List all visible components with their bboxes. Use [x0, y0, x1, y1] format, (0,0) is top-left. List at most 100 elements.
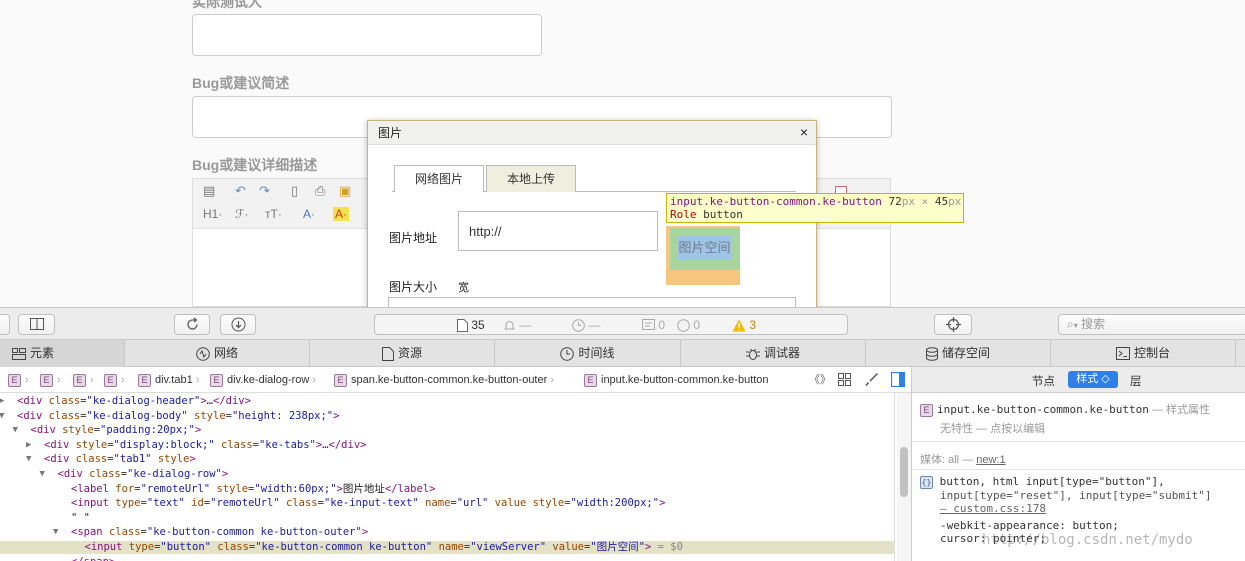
print-icon[interactable]: ⎙: [315, 183, 325, 199]
element-badge-icon: E: [920, 403, 933, 417]
paint-brush-icon[interactable]: [865, 372, 879, 386]
close-icon[interactable]: ×: [800, 125, 808, 139]
image-server-button[interactable]: 图片空间: [678, 236, 731, 260]
tab-local-upload[interactable]: 本地上传: [486, 165, 576, 192]
tab-layers[interactable]: 层: [1130, 373, 1142, 389]
redo-icon[interactable]: ↷: [259, 183, 270, 199]
media-row: 媒体: all — new:1: [920, 454, 1006, 466]
prop1-value[interactable]: button;: [1072, 519, 1118, 532]
tab-network[interactable]: 网络: [125, 340, 310, 367]
dom-node[interactable]: ▼ <div class="ke-dialog-row">: [0, 468, 894, 481]
wrap-lines-icon[interactable]: 《》: [809, 372, 831, 388]
resources-count: 35: [471, 318, 485, 332]
dom-node[interactable]: <label for="remoteUrl" style="width:60px…: [0, 483, 894, 496]
tab-resources-label: 资源: [397, 346, 422, 360]
inspector-toolbar: 35 — — 0 0 3 ⌕▾ 搜索: [0, 307, 1245, 340]
layout-grid-icon[interactable]: [838, 373, 851, 386]
preview-icon[interactable]: ▯: [291, 183, 298, 199]
tooltip-unit-1: px: [901, 195, 916, 208]
tab-debugger[interactable]: 调试器: [681, 340, 866, 367]
dom-tree[interactable]: ▶<div class="ke-dialog-header">…</div>▼<…: [0, 393, 895, 561]
tooltip-unit-2: px: [948, 195, 962, 208]
breadcrumb-ancestor[interactable]: E ›: [8, 372, 29, 388]
size-input-row[interactable]: [388, 297, 796, 307]
dom-node[interactable]: ▶<div class="ke-dialog-header">…</div>: [0, 395, 894, 408]
tab-node[interactable]: 节点: [1032, 373, 1055, 389]
messages-count: 0: [658, 318, 666, 332]
breadcrumb-item[interactable]: Ediv.tab1 ›: [138, 372, 199, 388]
load-size-value: —: [519, 318, 532, 332]
dom-node[interactable]: ▶ <div style="display:block;" class="ke-t…: [0, 439, 894, 452]
search-field[interactable]: ⌕▾ 搜索: [1058, 314, 1245, 335]
dom-node[interactable]: ▼ <div style="padding:20px;">: [0, 424, 894, 437]
tab-elements[interactable]: 元素: [0, 340, 125, 367]
tab-styles[interactable]: 样式 ◇: [1068, 371, 1118, 388]
template-icon[interactable]: ▣: [339, 183, 351, 199]
heading-tool[interactable]: H1·: [203, 207, 222, 221]
time-group: —: [572, 316, 600, 335]
tab-timelines[interactable]: 时间线: [495, 340, 681, 367]
dom-scrollbar-thumb[interactable]: [900, 447, 908, 497]
font-color-tool[interactable]: A·: [303, 207, 315, 221]
undo-icon[interactable]: ↶: [235, 183, 246, 199]
rule-badge-icon: {}: [920, 475, 933, 489]
dom-node[interactable]: ▼ <span class="ke-button-common ke-button…: [0, 526, 894, 539]
element-picker-button[interactable]: [934, 314, 972, 335]
web-page: 实际测试人 Bug或建议简述 Bug或建议详细描述 ▤ ↶ ↷ ▯ ⎙ ▣ H1…: [0, 0, 1245, 307]
dom-node[interactable]: ▼ <div class="tab1" style>: [0, 453, 894, 466]
dom-node[interactable]: " ": [0, 512, 894, 525]
prop2-name[interactable]: cursor: [940, 532, 980, 545]
tester-label: 实际测试人: [192, 0, 262, 10]
disclosure-triangle-icon[interactable]: ▶: [26, 439, 31, 452]
breadcrumb-item[interactable]: Espan.ke-button-common.ke-button-outer ›: [334, 372, 554, 388]
tab-resources[interactable]: 资源: [310, 340, 495, 367]
no-attributes-note[interactable]: 无特性 — 点按以编辑: [940, 420, 1045, 436]
activity-viewer[interactable]: 35 — — 0 0 3: [374, 314, 848, 335]
dom-node[interactable]: ▼<div class="ke-dialog-body" style="heig…: [0, 410, 894, 423]
error-icon: [677, 319, 690, 333]
dom-node-selected[interactable]: <input type="button" class="ke-button-co…: [0, 541, 894, 554]
download-icon: [231, 317, 246, 332]
bug-icon: [745, 348, 760, 360]
disclosure-triangle-icon[interactable]: ▶: [0, 395, 4, 408]
sidebar-toggle-icon[interactable]: [891, 372, 905, 387]
divider: [912, 469, 1245, 470]
image-url-input[interactable]: http://: [458, 211, 658, 251]
source-icon[interactable]: ▤: [203, 183, 215, 199]
breadcrumb-ancestor[interactable]: E ›: [40, 372, 61, 388]
tab-console[interactable]: 控制台: [1051, 340, 1236, 367]
reload-icon: [187, 317, 198, 330]
tab-storage[interactable]: 储存空间: [866, 340, 1051, 367]
element-badge-icon: E: [40, 373, 53, 387]
breadcrumb-ancestor[interactable]: E ›: [73, 372, 94, 388]
close-inspector-button[interactable]: [0, 314, 10, 335]
disclosure-triangle-icon[interactable]: ▼: [0, 410, 4, 423]
rule-source-link[interactable]: — custom.css:178: [940, 502, 1046, 515]
element-badge-icon: E: [584, 373, 597, 387]
document-icon: [457, 319, 468, 333]
breadcrumb-item[interactable]: Ediv.ke-dialog-row ›: [210, 372, 316, 388]
download-button[interactable]: [220, 314, 256, 335]
watermark: http://blog.csdn.net/mydo: [982, 532, 1193, 548]
disclosure-triangle-icon[interactable]: ▼: [53, 526, 58, 539]
breadcrumb-item-current[interactable]: Einput.ke-button-common.ke-button: [584, 372, 769, 388]
tester-input[interactable]: [192, 14, 542, 56]
reload-button[interactable]: [174, 314, 210, 335]
disclosure-triangle-icon[interactable]: ▼: [26, 453, 31, 466]
font-size-tool[interactable]: тT·: [265, 207, 282, 221]
dock-toggle-button[interactable]: [18, 314, 55, 335]
tab-web-image[interactable]: 网络图片: [394, 165, 484, 192]
tab-storage-label: 储存空间: [941, 346, 990, 360]
media-source-link[interactable]: new:1: [976, 454, 1005, 466]
crosshair-icon: [946, 317, 961, 332]
warnings-group[interactable]: 3: [732, 316, 756, 335]
dom-node[interactable]: </span>: [0, 556, 894, 561]
dom-node[interactable]: <input type="text" id="remoteUrl" class=…: [0, 497, 894, 510]
highlight-tool[interactable]: A·: [333, 207, 349, 221]
font-family-tool[interactable]: ℱ·: [235, 207, 248, 221]
prop1-name[interactable]: -webkit-appearance: [940, 519, 1059, 532]
image-url-label: 图片地址: [389, 231, 438, 245]
breadcrumb-ancestor[interactable]: E ›: [104, 372, 125, 388]
disclosure-triangle-icon[interactable]: ▼: [40, 468, 45, 481]
disclosure-triangle-icon[interactable]: ▼: [13, 424, 18, 437]
